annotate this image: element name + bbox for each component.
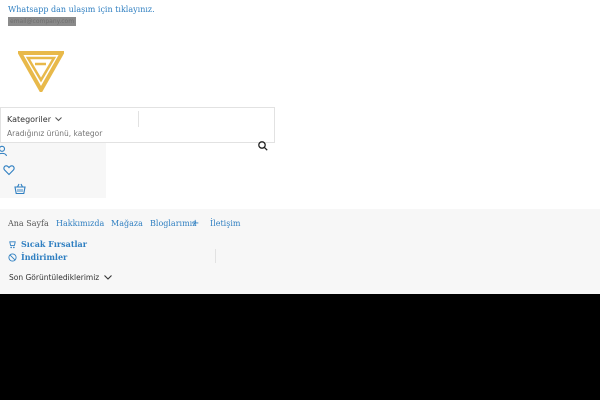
header-actions <box>0 143 106 198</box>
logo-icon[interactable] <box>18 50 64 92</box>
hot-deals-icon <box>9 240 16 248</box>
nav-item-shop[interactable]: Mağaza <box>111 219 143 228</box>
search-divider <box>138 111 139 127</box>
discount-icon <box>8 252 17 262</box>
nav-divider <box>215 249 216 263</box>
chevron-down-icon <box>55 116 62 121</box>
recently-viewed-label: Son Görüntülediklerimiz <box>9 273 100 282</box>
whatsapp-link[interactable]: Whatsapp dan ulaşım için tıklayınız. <box>8 5 155 14</box>
nav-item-home[interactable]: Ana Sayfa <box>8 219 49 228</box>
category-select[interactable]: Kategoriler <box>7 113 62 125</box>
nav-item-about[interactable]: Hakkımızda <box>56 219 104 228</box>
user-icon[interactable] <box>0 145 8 157</box>
discounts-label: İndirimler <box>21 252 68 262</box>
search-bar: Kategoriler <box>0 107 275 143</box>
nav-item-blogs[interactable]: Bloglarımız <box>150 219 196 228</box>
basket-icon[interactable] <box>14 183 26 195</box>
page: Whatsapp dan ulaşım için tıklayınız. ema… <box>0 0 600 294</box>
category-select-label: Kategoriler <box>7 114 51 124</box>
hot-deals-link[interactable]: Sıcak Fırsatlar <box>8 239 87 249</box>
hot-deals-label: Sıcak Fırsatlar <box>21 239 87 249</box>
email-badge[interactable]: email@company.com <box>8 17 77 26</box>
recently-viewed-toggle[interactable]: Son Görüntülediklerimiz <box>9 273 113 282</box>
nav-item-contact[interactable]: İletişim <box>210 219 240 228</box>
heart-icon[interactable] <box>3 164 15 176</box>
search-input[interactable] <box>7 127 257 140</box>
chevron-down-icon <box>104 275 113 280</box>
search-icon[interactable] <box>257 140 269 152</box>
blogs-expand-icon[interactable]: + <box>191 219 199 229</box>
discounts-link[interactable]: İndirimler <box>8 252 67 262</box>
